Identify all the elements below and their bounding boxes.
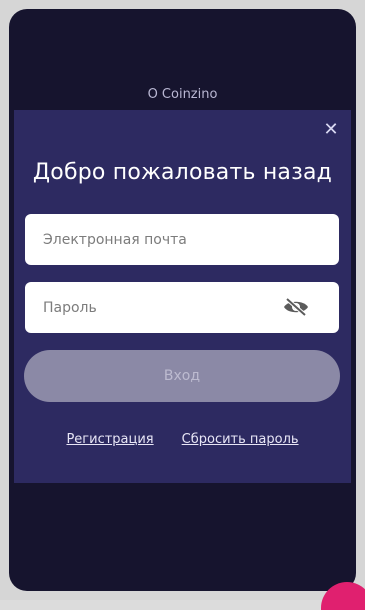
about-link[interactable]: О Coinzino — [9, 87, 356, 102]
close-icon[interactable]: ✕ — [323, 121, 339, 139]
email-placeholder: Электронная почта — [43, 231, 187, 248]
password-field[interactable]: Пароль — [25, 282, 339, 333]
login-button[interactable]: Вход — [24, 350, 340, 402]
reset-password-link[interactable]: Сбросить пароль — [182, 432, 299, 447]
screen: О Coinzino ✕ Добро пожаловать назад Элек… — [9, 9, 356, 591]
device-frame: О Coinzino ✕ Добро пожаловать назад Элек… — [0, 0, 365, 610]
eye-slash-icon[interactable] — [283, 297, 309, 317]
auth-links: Регистрация Сбросить пароль — [14, 432, 351, 447]
register-link[interactable]: Регистрация — [66, 432, 153, 447]
email-field[interactable]: Электронная почта — [25, 214, 339, 265]
password-placeholder: Пароль — [43, 299, 97, 316]
login-modal: ✕ Добро пожаловать назад Электронная поч… — [14, 110, 351, 483]
modal-title: Добро пожаловать назад — [32, 160, 333, 185]
